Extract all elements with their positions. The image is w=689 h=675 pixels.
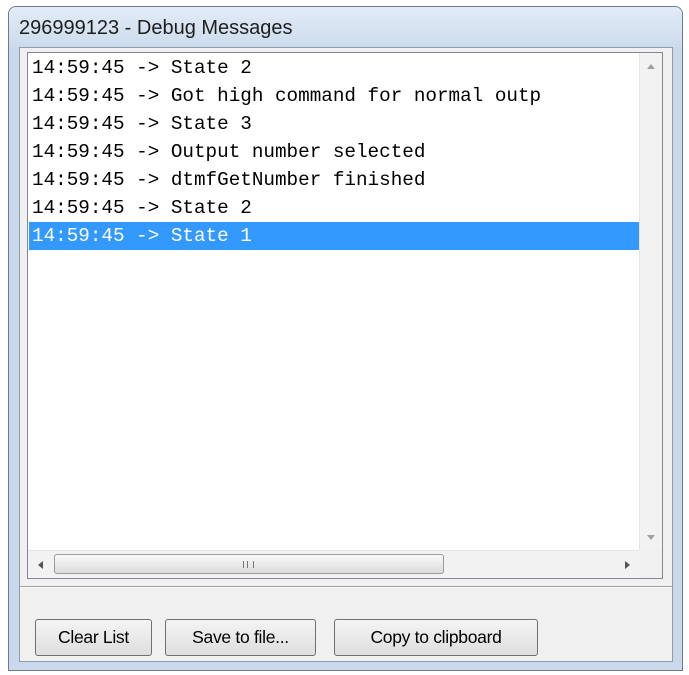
scroll-left-icon[interactable]: [38, 561, 43, 569]
debug-messages-window: 296999123 - Debug Messages 14:59:45 -> S…: [8, 6, 683, 671]
horizontal-scroll-thumb[interactable]: [54, 554, 444, 574]
title-bar[interactable]: 296999123 - Debug Messages: [9, 7, 682, 47]
horizontal-scrollbar[interactable]: [28, 550, 640, 578]
vertical-scrollbar[interactable]: [639, 53, 662, 551]
log-line-selected[interactable]: 14:59:45 -> State 1: [29, 222, 640, 250]
scroll-down-icon[interactable]: [647, 535, 655, 540]
copy-to-clipboard-button[interactable]: Copy to clipboard: [334, 619, 538, 656]
log-line[interactable]: 14:59:45 -> State 3: [29, 110, 640, 138]
scroll-right-icon[interactable]: [625, 561, 630, 569]
log-line[interactable]: 14:59:45 -> Output number selected: [29, 138, 640, 166]
clear-list-button[interactable]: Clear List: [35, 619, 152, 656]
separator: [20, 586, 672, 588]
log-line[interactable]: 14:59:45 -> dtmfGetNumber finished: [29, 166, 640, 194]
window-title: 296999123 - Debug Messages: [19, 17, 293, 39]
scrollbar-corner: [639, 550, 662, 578]
log-line[interactable]: 14:59:45 -> State 2: [29, 54, 640, 82]
window-client-area: 14:59:45 -> State 2 14:59:45 -> Got high…: [19, 47, 673, 662]
save-to-file-button[interactable]: Save to file...: [165, 619, 316, 656]
grip-icon: [243, 561, 254, 568]
log-lines: 14:59:45 -> State 2 14:59:45 -> Got high…: [29, 54, 640, 551]
log-line[interactable]: 14:59:45 -> State 2: [29, 194, 640, 222]
log-line[interactable]: 14:59:45 -> Got high command for normal …: [29, 82, 640, 110]
scroll-up-icon[interactable]: [647, 64, 655, 69]
debug-message-list[interactable]: 14:59:45 -> State 2 14:59:45 -> Got high…: [27, 52, 663, 579]
